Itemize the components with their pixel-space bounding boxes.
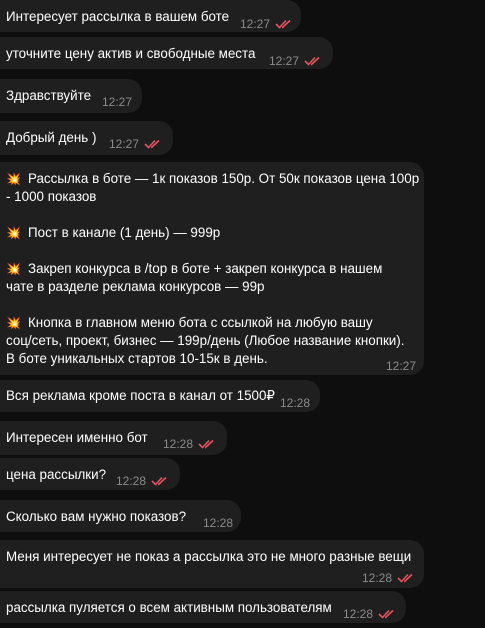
message-time: 12:28: [116, 474, 147, 488]
message-meta: 12:27: [102, 93, 132, 111]
message-bubble[interactable]: уточните цену актив и свободные места 12…: [0, 37, 333, 69]
offer-text: 💥 Рассылка в боте — 1к показов 150р. От 5…: [6, 170, 420, 368]
message-time: 12:28: [163, 437, 194, 451]
explosion-icon: 💥: [6, 172, 21, 186]
message-time: 12:27: [386, 359, 417, 373]
double-check-icon: [304, 56, 320, 66]
message-time: 12:28: [343, 607, 374, 621]
message-text: Интересен именно бот: [6, 430, 148, 445]
explosion-icon: 💥: [6, 226, 21, 240]
message-bubble[interactable]: рассылка пуляется о всем активным пользо…: [0, 591, 406, 623]
message-meta: 12:28: [203, 514, 233, 532]
message-time: 12:27: [109, 137, 140, 151]
message-text: Добрый день ): [6, 130, 97, 145]
message-meta: 12:28: [343, 605, 396, 623]
message-time: 12:27: [102, 95, 133, 109]
explosion-icon: 💥: [6, 316, 21, 330]
message-text: рассылка пуляется о всем активным пользо…: [6, 600, 332, 615]
message-meta: 12:28: [362, 569, 415, 587]
double-check-icon: [275, 19, 291, 29]
double-check-icon: [198, 439, 214, 449]
message-bubble[interactable]: Добрый день ) 12:27: [0, 121, 173, 155]
message-meta: 12:28: [163, 435, 216, 453]
message-time: 12:28: [280, 396, 311, 410]
explosion-icon: 💥: [6, 262, 21, 276]
offer-line: 💥 Пост в канале (1 день) — 999р: [6, 225, 221, 240]
offer-line: 💥 Рассылка в боте — 1к показов 150р. От 5…: [6, 171, 420, 186]
message-time: 12:27: [240, 17, 271, 31]
double-check-icon: [397, 573, 413, 583]
message-bubble[interactable]: Здравствуйте 12:27: [0, 79, 142, 113]
message-meta: 12:27: [240, 15, 293, 33]
message-time: 12:27: [269, 54, 300, 68]
offer-line: чате в разделе реклама конкурсов — 99р: [6, 279, 265, 294]
offer-line: В боте уникальных стартов 10-15к в день.: [6, 351, 268, 366]
message-bubble[interactable]: цена рассылки? 12:28: [0, 458, 180, 490]
message-meta: 12:27: [386, 357, 416, 375]
offer-line: 💥 Кнопка в главном меню бота с ссылкой на…: [6, 315, 373, 330]
message-meta: 12:27: [109, 135, 162, 153]
double-check-icon: [378, 609, 394, 619]
message-meta: 12:28: [116, 472, 169, 490]
message-time: 12:28: [203, 516, 234, 530]
message-text: Здравствуйте: [6, 88, 92, 103]
message-bubble[interactable]: Меня интересует не показ а рассылка это …: [0, 540, 424, 588]
message-time: 12:28: [362, 571, 393, 585]
offer-message-bubble[interactable]: 💥 Рассылка в боте — 1к показов 150р. От 5…: [0, 162, 424, 375]
double-check-icon: [151, 476, 167, 486]
message-text: цена рассылки?: [6, 467, 107, 482]
message-bubble[interactable]: Сколько вам нужно показов? 12:28: [0, 500, 241, 532]
message-bubble[interactable]: Интересен именно бот 12:28: [0, 421, 227, 455]
offer-line: - 1000 показов: [6, 189, 97, 204]
message-bubble[interactable]: Вся реклама кроме поста в канал от 1500₽…: [0, 380, 320, 412]
message-meta: 12:27: [269, 52, 322, 70]
message-text: Вся реклама кроме поста в канал от 1500₽: [6, 388, 275, 403]
offer-line: соц/сеть, проект, бизнес — 199р/день (Лю…: [6, 333, 405, 348]
message-text: Меня интересует не показ а рассылка это …: [6, 549, 412, 564]
offer-line: 💥 Закреп конкурса в /top в боте + закреп …: [6, 261, 383, 276]
message-bubble[interactable]: Интересует рассылка в вашем боте 12:27: [0, 0, 301, 32]
double-check-icon: [144, 139, 160, 149]
message-text: Сколько вам нужно показов?: [6, 509, 187, 524]
message-meta: 12:28: [280, 394, 310, 412]
message-text: Интересует рассылка в вашем боте: [6, 9, 230, 24]
message-text: уточните цену актив и свободные места: [6, 46, 256, 61]
